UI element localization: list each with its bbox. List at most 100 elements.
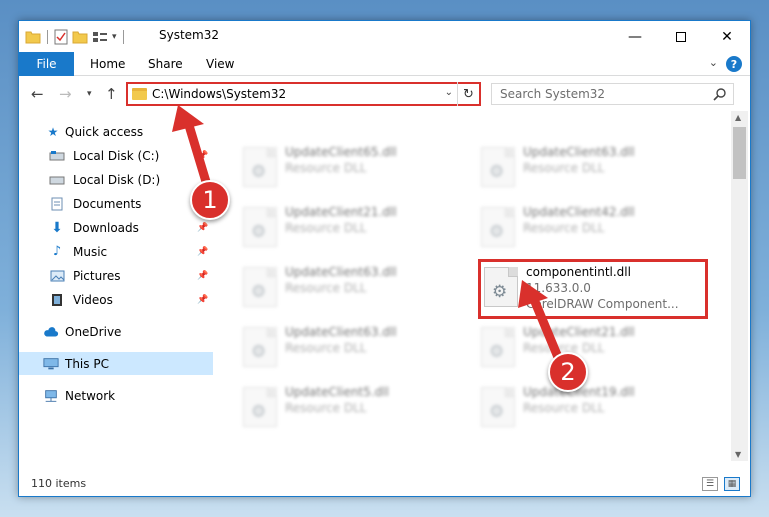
scroll-up-icon[interactable]: ▲ (735, 113, 741, 122)
tab-view[interactable]: View (206, 52, 234, 76)
ribbon-tabs: File Home Share View ⌄ ? (19, 52, 750, 76)
back-arrow-icon[interactable]: ← (31, 85, 44, 103)
tab-home[interactable]: Home (90, 52, 125, 76)
dll-file-icon: ⚙ (243, 327, 277, 367)
dll-file-icon: ⚙ (243, 147, 277, 187)
step-2-badge: 2 (548, 352, 588, 392)
sidebar-item-documents[interactable]: Documents (19, 192, 213, 215)
vertical-scrollbar[interactable]: ▲ ▼ (731, 111, 748, 461)
quick-access-toolbar: ▾ (25, 27, 126, 47)
new-folder-icon[interactable] (72, 30, 88, 44)
address-bar[interactable]: C:\Windows\System32 ⌄ ↻ (126, 82, 481, 106)
highlight-box (478, 259, 708, 319)
close-button[interactable]: ✕ (704, 21, 750, 52)
documents-icon (49, 196, 65, 212)
maximize-button[interactable] (658, 21, 704, 52)
up-arrow-icon[interactable]: ↑ (105, 85, 118, 103)
tab-file[interactable]: File (19, 52, 74, 76)
forward-arrow-icon[interactable]: → (59, 85, 72, 103)
help-icon[interactable]: ? (726, 56, 742, 72)
sidebar-item-pictures[interactable]: Pictures 📌 (19, 264, 213, 287)
pin-icon[interactable]: 📌 (197, 223, 208, 233)
address-path[interactable]: C:\Windows\System32 (152, 87, 286, 101)
title-bar: ▾ System32 — ✕ (19, 21, 750, 52)
scroll-down-icon[interactable]: ▼ (735, 450, 741, 459)
list-item[interactable]: ⚙ UpdateClient63.dll Resource DLL (239, 261, 469, 313)
music-note-icon: ♪ (52, 244, 62, 259)
pin-icon[interactable]: 📌 (197, 271, 208, 281)
step-1-badge: 1 (190, 180, 230, 220)
expand-ribbon-icon[interactable]: ⌄ (709, 56, 718, 69)
sidebar-item-label: Pictures (73, 268, 121, 283)
minimize-button[interactable]: — (612, 21, 658, 52)
sidebar-item-onedrive[interactable]: OneDrive (19, 320, 213, 343)
file-name: UpdateClient5.dll (285, 385, 389, 399)
file-type: Resource DLL (523, 221, 605, 235)
large-icons-view-icon[interactable]: ▦ (724, 477, 740, 491)
minimize-icon: — (628, 28, 642, 45)
navigation-bar: ← → ▾ ↑ C:\Windows\System32 ⌄ ↻ Search S… (19, 77, 750, 111)
computer-icon (43, 356, 59, 372)
tab-share[interactable]: Share (148, 52, 183, 76)
list-item[interactable]: ⚙ UpdateClient5.dll Resource DLL (239, 381, 469, 433)
file-name: UpdateClient21.dll (523, 325, 635, 339)
sidebar-item-label: Music (73, 244, 108, 259)
list-item[interactable]: ⚙ UpdateClient63.dll Resource DLL (477, 141, 707, 193)
file-name: UpdateClient21.dll (285, 205, 397, 219)
file-name: UpdateClient42.dll (523, 205, 635, 219)
sidebar-item-quick-access[interactable]: ★ Quick access (19, 120, 213, 143)
file-type: Resource DLL (285, 221, 367, 235)
sidebar-item-this-pc[interactable]: This PC (19, 352, 213, 375)
status-bar: 110 items ☰ ▦ (19, 473, 750, 496)
details-view-icon[interactable]: ☰ (702, 477, 718, 491)
maximize-icon (676, 31, 686, 42)
film-icon (49, 292, 65, 308)
file-type: Resource DLL (523, 401, 605, 415)
chevron-down-icon[interactable]: ⌄ (445, 87, 453, 98)
list-item[interactable]: ⚙ UpdateClient42.dll Resource DLL (477, 201, 707, 253)
sidebar-item-network[interactable]: Network (19, 384, 213, 407)
sidebar-item-local-disk-c[interactable]: Local Disk (C:) 📌 (19, 144, 213, 167)
sidebar-item-label: This PC (65, 356, 109, 371)
pin-icon[interactable]: 📌 (197, 295, 208, 305)
properties-icon[interactable] (54, 29, 68, 45)
list-item[interactable]: ⚙ UpdateClient65.dll Resource DLL (239, 141, 469, 193)
qat-dropdown-icon[interactable]: ▾ (112, 32, 117, 42)
scrollbar-thumb[interactable] (733, 127, 746, 179)
customize-icon[interactable] (92, 30, 108, 44)
dll-file-icon: ⚙ (481, 207, 515, 247)
sidebar-item-downloads[interactable]: ⬇ Downloads 📌 (19, 216, 213, 239)
refresh-icon[interactable]: ↻ (457, 82, 479, 106)
dll-file-icon: ⚙ (243, 267, 277, 307)
sidebar-item-label: Downloads (73, 220, 139, 235)
file-type: Resource DLL (285, 161, 367, 175)
dll-file-icon: ⚙ (243, 387, 277, 427)
dll-file-icon: ⚙ (481, 387, 515, 427)
pin-icon[interactable]: 📌 (197, 151, 208, 161)
search-input[interactable]: Search System32 (491, 83, 734, 105)
folder-icon (132, 88, 147, 100)
sidebar-item-videos[interactable]: Videos 📌 (19, 288, 213, 311)
list-item[interactable]: ⚙ UpdateClient21.dll Resource DLL (239, 201, 469, 253)
recent-locations-icon[interactable]: ▾ (87, 89, 92, 99)
folder-icon (25, 31, 41, 44)
search-icon[interactable] (713, 87, 727, 101)
sidebar-item-label: Videos (73, 292, 113, 307)
close-icon: ✕ (721, 28, 733, 45)
pin-icon[interactable]: 📌 (197, 247, 208, 257)
sidebar-item-label: Local Disk (C:) (73, 148, 160, 163)
sidebar-item-music[interactable]: ♪ Music 📌 (19, 240, 213, 263)
file-type: Resource DLL (285, 281, 367, 295)
list-item[interactable]: ⚙ UpdateClient63.dll Resource DLL (239, 321, 469, 373)
window-title: System32 (159, 28, 220, 42)
list-item[interactable]: ⚙ UpdateClient21.dll Resource DLL (477, 321, 707, 373)
file-name: UpdateClient63.dll (285, 325, 397, 339)
sidebar-item-local-disk-d[interactable]: Local Disk (D:) (19, 168, 213, 191)
explorer-window: ▾ System32 — ✕ File Home Share View ⌄ ? … (18, 20, 751, 497)
file-type: Resource DLL (523, 161, 605, 175)
file-type: Resource DLL (285, 401, 367, 415)
list-item[interactable]: ⚙ UpdateClient19.dll Resource DLL (477, 381, 707, 433)
cloud-icon (43, 324, 59, 340)
drive-icon (49, 172, 65, 188)
sidebar-item-label: Quick access (65, 124, 144, 139)
